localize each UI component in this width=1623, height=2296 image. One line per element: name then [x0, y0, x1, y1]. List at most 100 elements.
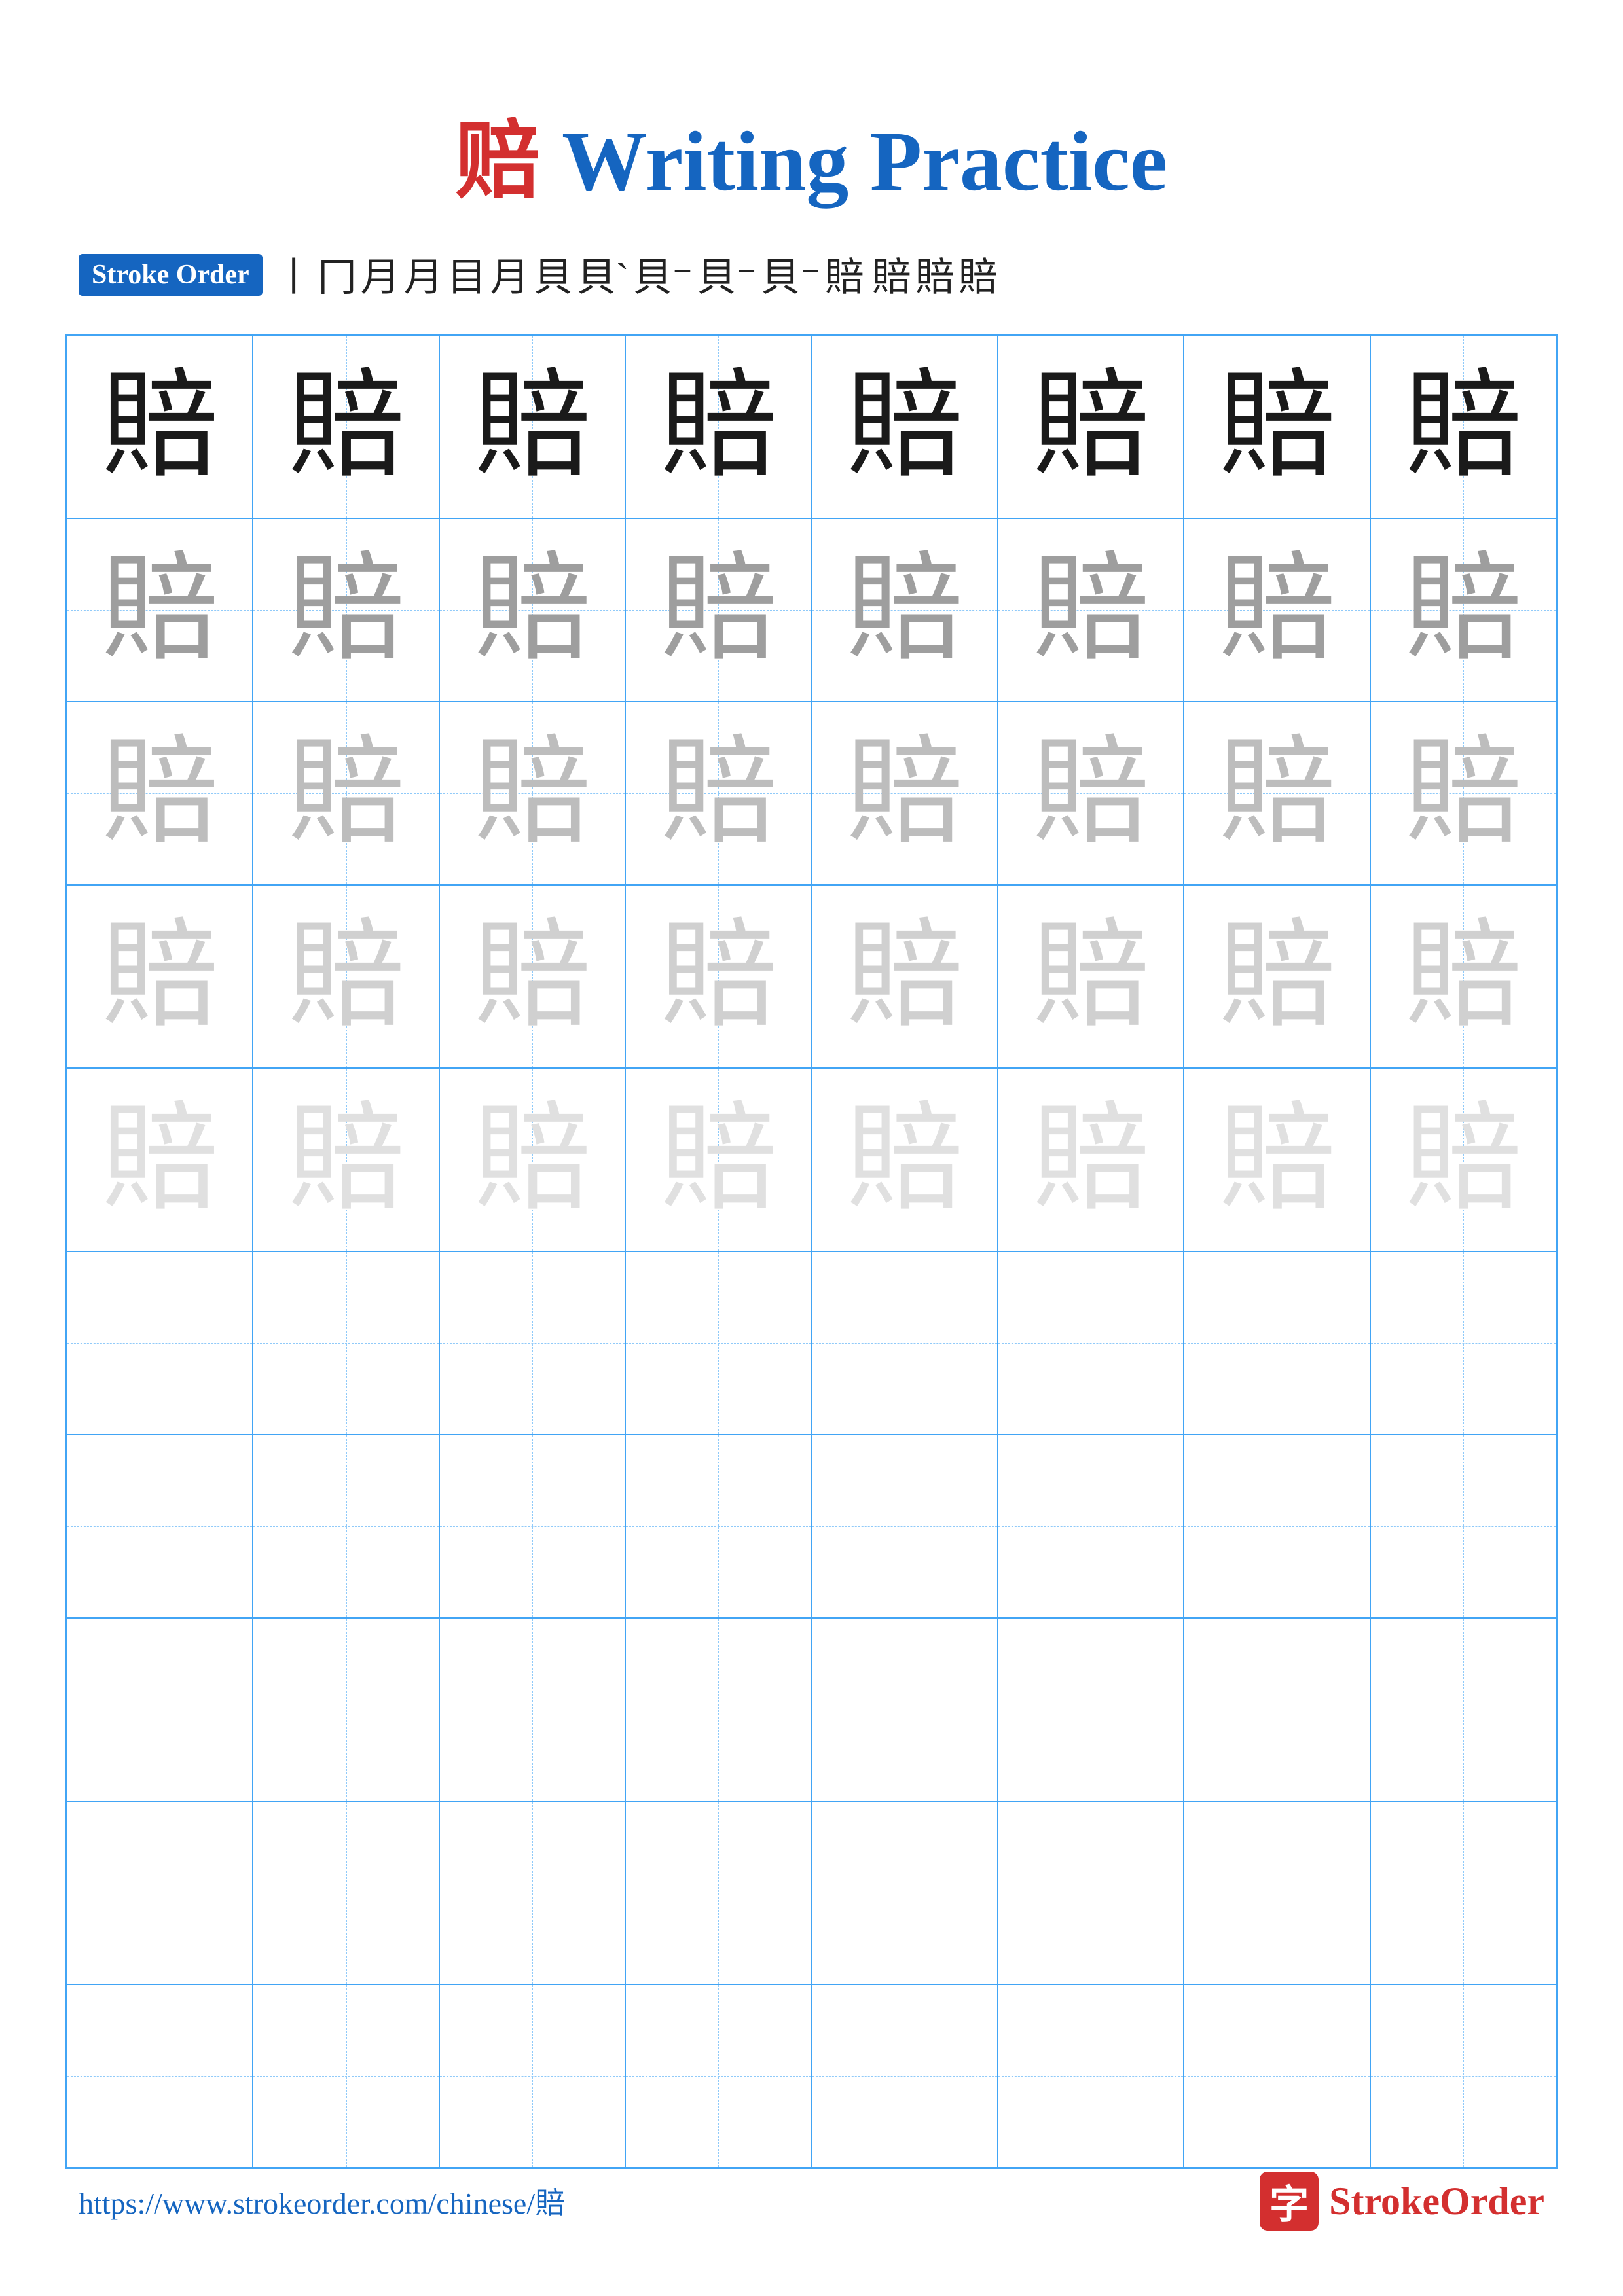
- grid-cell-r6c7[interactable]: [1184, 1251, 1370, 1435]
- grid-cell-r9c3[interactable]: [439, 1801, 625, 1984]
- stroke-4: 月: [404, 254, 443, 301]
- grid-cell-r9c5[interactable]: [812, 1801, 998, 1984]
- grid-cell-r7c5[interactable]: [812, 1435, 998, 1618]
- grid-cell-r7c6[interactable]: [998, 1435, 1184, 1618]
- grid-cell-r5c7[interactable]: 賠: [1184, 1068, 1370, 1251]
- grid-cell-r1c5[interactable]: 賠: [812, 335, 998, 518]
- grid-cell-r10c5[interactable]: [812, 1984, 998, 2168]
- grid-cell-r2c2[interactable]: 賠: [253, 518, 439, 702]
- stroke-8: 貝`: [577, 254, 629, 301]
- grid-cell-r2c5[interactable]: 賠: [812, 518, 998, 702]
- stroke-3: 月: [361, 254, 400, 301]
- grid-cell-r3c7[interactable]: 賠: [1184, 702, 1370, 885]
- grid-cell-r7c7[interactable]: [1184, 1435, 1370, 1618]
- grid-cell-r4c4[interactable]: 賠: [625, 885, 811, 1068]
- grid-cell-r9c8[interactable]: [1370, 1801, 1556, 1984]
- grid-cell-r9c7[interactable]: [1184, 1801, 1370, 1984]
- grid-cell-r8c7[interactable]: [1184, 1618, 1370, 1801]
- grid-cell-r4c3[interactable]: 賠: [439, 885, 625, 1068]
- grid-cell-r9c6[interactable]: [998, 1801, 1184, 1984]
- stroke-sequence: 丨 冂 月 月 目 月 貝 貝` 貝⁻ 貝⁻ 貝⁻ 賠 賠 賠 賠: [274, 254, 998, 301]
- grid-cell-r5c1[interactable]: 賠: [67, 1068, 253, 1251]
- grid-cell-r7c3[interactable]: [439, 1435, 625, 1618]
- grid-cell-r10c1[interactable]: [67, 1984, 253, 2168]
- grid-cell-r1c6[interactable]: 賠: [998, 335, 1184, 518]
- grid-cell-r7c8[interactable]: [1370, 1435, 1556, 1618]
- footer: https://www.strokeorder.com/chinese/賠 字 …: [79, 2172, 1544, 2231]
- grid-cell-r10c2[interactable]: [253, 1984, 439, 2168]
- grid-cell-r7c2[interactable]: [253, 1435, 439, 1618]
- grid-cell-r5c2[interactable]: 賠: [253, 1068, 439, 1251]
- grid-cell-r6c1[interactable]: [67, 1251, 253, 1435]
- grid-cell-r3c5[interactable]: 賠: [812, 702, 998, 885]
- grid-cell-r10c4[interactable]: [625, 1984, 811, 2168]
- grid-cell-r5c5[interactable]: 賠: [812, 1068, 998, 1251]
- grid-cell-r8c5[interactable]: [812, 1618, 998, 1801]
- footer-logo-icon: 字: [1260, 2172, 1319, 2231]
- stroke-order-badge: Stroke Order: [79, 254, 263, 296]
- grid-cell-r6c6[interactable]: [998, 1251, 1184, 1435]
- grid-cell-r5c4[interactable]: 賠: [625, 1068, 811, 1251]
- grid-cell-r10c6[interactable]: [998, 1984, 1184, 2168]
- grid-cell-r4c8[interactable]: 賠: [1370, 885, 1556, 1068]
- grid-cell-r4c1[interactable]: 賠: [67, 885, 253, 1068]
- stroke-10: 貝⁻: [697, 254, 757, 301]
- grid-cell-r2c8[interactable]: 賠: [1370, 518, 1556, 702]
- grid-cell-r4c2[interactable]: 賠: [253, 885, 439, 1068]
- grid-cell-r1c4[interactable]: 賠: [625, 335, 811, 518]
- grid-cell-r3c2[interactable]: 賠: [253, 702, 439, 885]
- grid-cell-r2c6[interactable]: 賠: [998, 518, 1184, 702]
- grid-cell-r6c8[interactable]: [1370, 1251, 1556, 1435]
- grid-cell-r8c3[interactable]: [439, 1618, 625, 1801]
- grid-cell-r10c3[interactable]: [439, 1984, 625, 2168]
- grid-cell-r8c2[interactable]: [253, 1618, 439, 1801]
- grid-cell-r1c1[interactable]: 賠: [67, 335, 253, 518]
- footer-url[interactable]: https://www.strokeorder.com/chinese/賠: [79, 2179, 565, 2223]
- grid-cell-r7c1[interactable]: [67, 1435, 253, 1618]
- grid-cell-r4c7[interactable]: 賠: [1184, 885, 1370, 1068]
- grid-cell-r8c1[interactable]: [67, 1618, 253, 1801]
- grid-cell-r3c6[interactable]: 賠: [998, 702, 1184, 885]
- stroke-order-section: Stroke Order 丨 冂 月 月 目 月 貝 貝` 貝⁻ 貝⁻ 貝⁻ 賠…: [0, 254, 1623, 301]
- grid-cell-r4c6[interactable]: 賠: [998, 885, 1184, 1068]
- grid-cell-r2c7[interactable]: 賠: [1184, 518, 1370, 702]
- grid-cell-r6c2[interactable]: [253, 1251, 439, 1435]
- grid-cell-r9c1[interactable]: [67, 1801, 253, 1984]
- grid-cell-r4c5[interactable]: 賠: [812, 885, 998, 1068]
- grid-cell-r7c4[interactable]: [625, 1435, 811, 1618]
- footer-logo-text: StrokeOrder: [1329, 2179, 1544, 2224]
- stroke-9: 貝⁻: [633, 254, 693, 301]
- stroke-1: 丨: [274, 254, 314, 301]
- grid-cell-r8c4[interactable]: [625, 1618, 811, 1801]
- grid-cell-r10c8[interactable]: [1370, 1984, 1556, 2168]
- stroke-6: 月: [490, 254, 530, 301]
- grid-cell-r3c1[interactable]: 賠: [67, 702, 253, 885]
- grid-cell-r5c3[interactable]: 賠: [439, 1068, 625, 1251]
- grid-cell-r10c7[interactable]: [1184, 1984, 1370, 2168]
- grid-cell-r9c4[interactable]: [625, 1801, 811, 1984]
- grid-cell-r6c4[interactable]: [625, 1251, 811, 1435]
- grid-cell-r2c3[interactable]: 賠: [439, 518, 625, 702]
- grid-cell-r5c6[interactable]: 賠: [998, 1068, 1184, 1251]
- grid-cell-r1c2[interactable]: 賠: [253, 335, 439, 518]
- title-text: Writing Practice: [541, 115, 1168, 209]
- grid-cell-r2c4[interactable]: 賠: [625, 518, 811, 702]
- grid-cell-r3c4[interactable]: 賠: [625, 702, 811, 885]
- grid-cell-r6c3[interactable]: [439, 1251, 625, 1435]
- grid-cell-r3c3[interactable]: 賠: [439, 702, 625, 885]
- grid-cell-r9c2[interactable]: [253, 1801, 439, 1984]
- stroke-12: 賠: [825, 254, 864, 301]
- grid-cell-r8c8[interactable]: [1370, 1618, 1556, 1801]
- grid-cell-r1c3[interactable]: 賠: [439, 335, 625, 518]
- grid-cell-r5c8[interactable]: 賠: [1370, 1068, 1556, 1251]
- footer-logo: 字 StrokeOrder: [1260, 2172, 1544, 2231]
- grid-cell-r2c1[interactable]: 賠: [67, 518, 253, 702]
- stroke-13: 賠: [872, 254, 911, 301]
- title-character: 赔: [456, 115, 541, 209]
- stroke-15: 賠: [958, 254, 998, 301]
- grid-cell-r8c6[interactable]: [998, 1618, 1184, 1801]
- grid-cell-r6c5[interactable]: [812, 1251, 998, 1435]
- grid-cell-r3c8[interactable]: 賠: [1370, 702, 1556, 885]
- grid-cell-r1c7[interactable]: 賠: [1184, 335, 1370, 518]
- grid-cell-r1c8[interactable]: 賠: [1370, 335, 1556, 518]
